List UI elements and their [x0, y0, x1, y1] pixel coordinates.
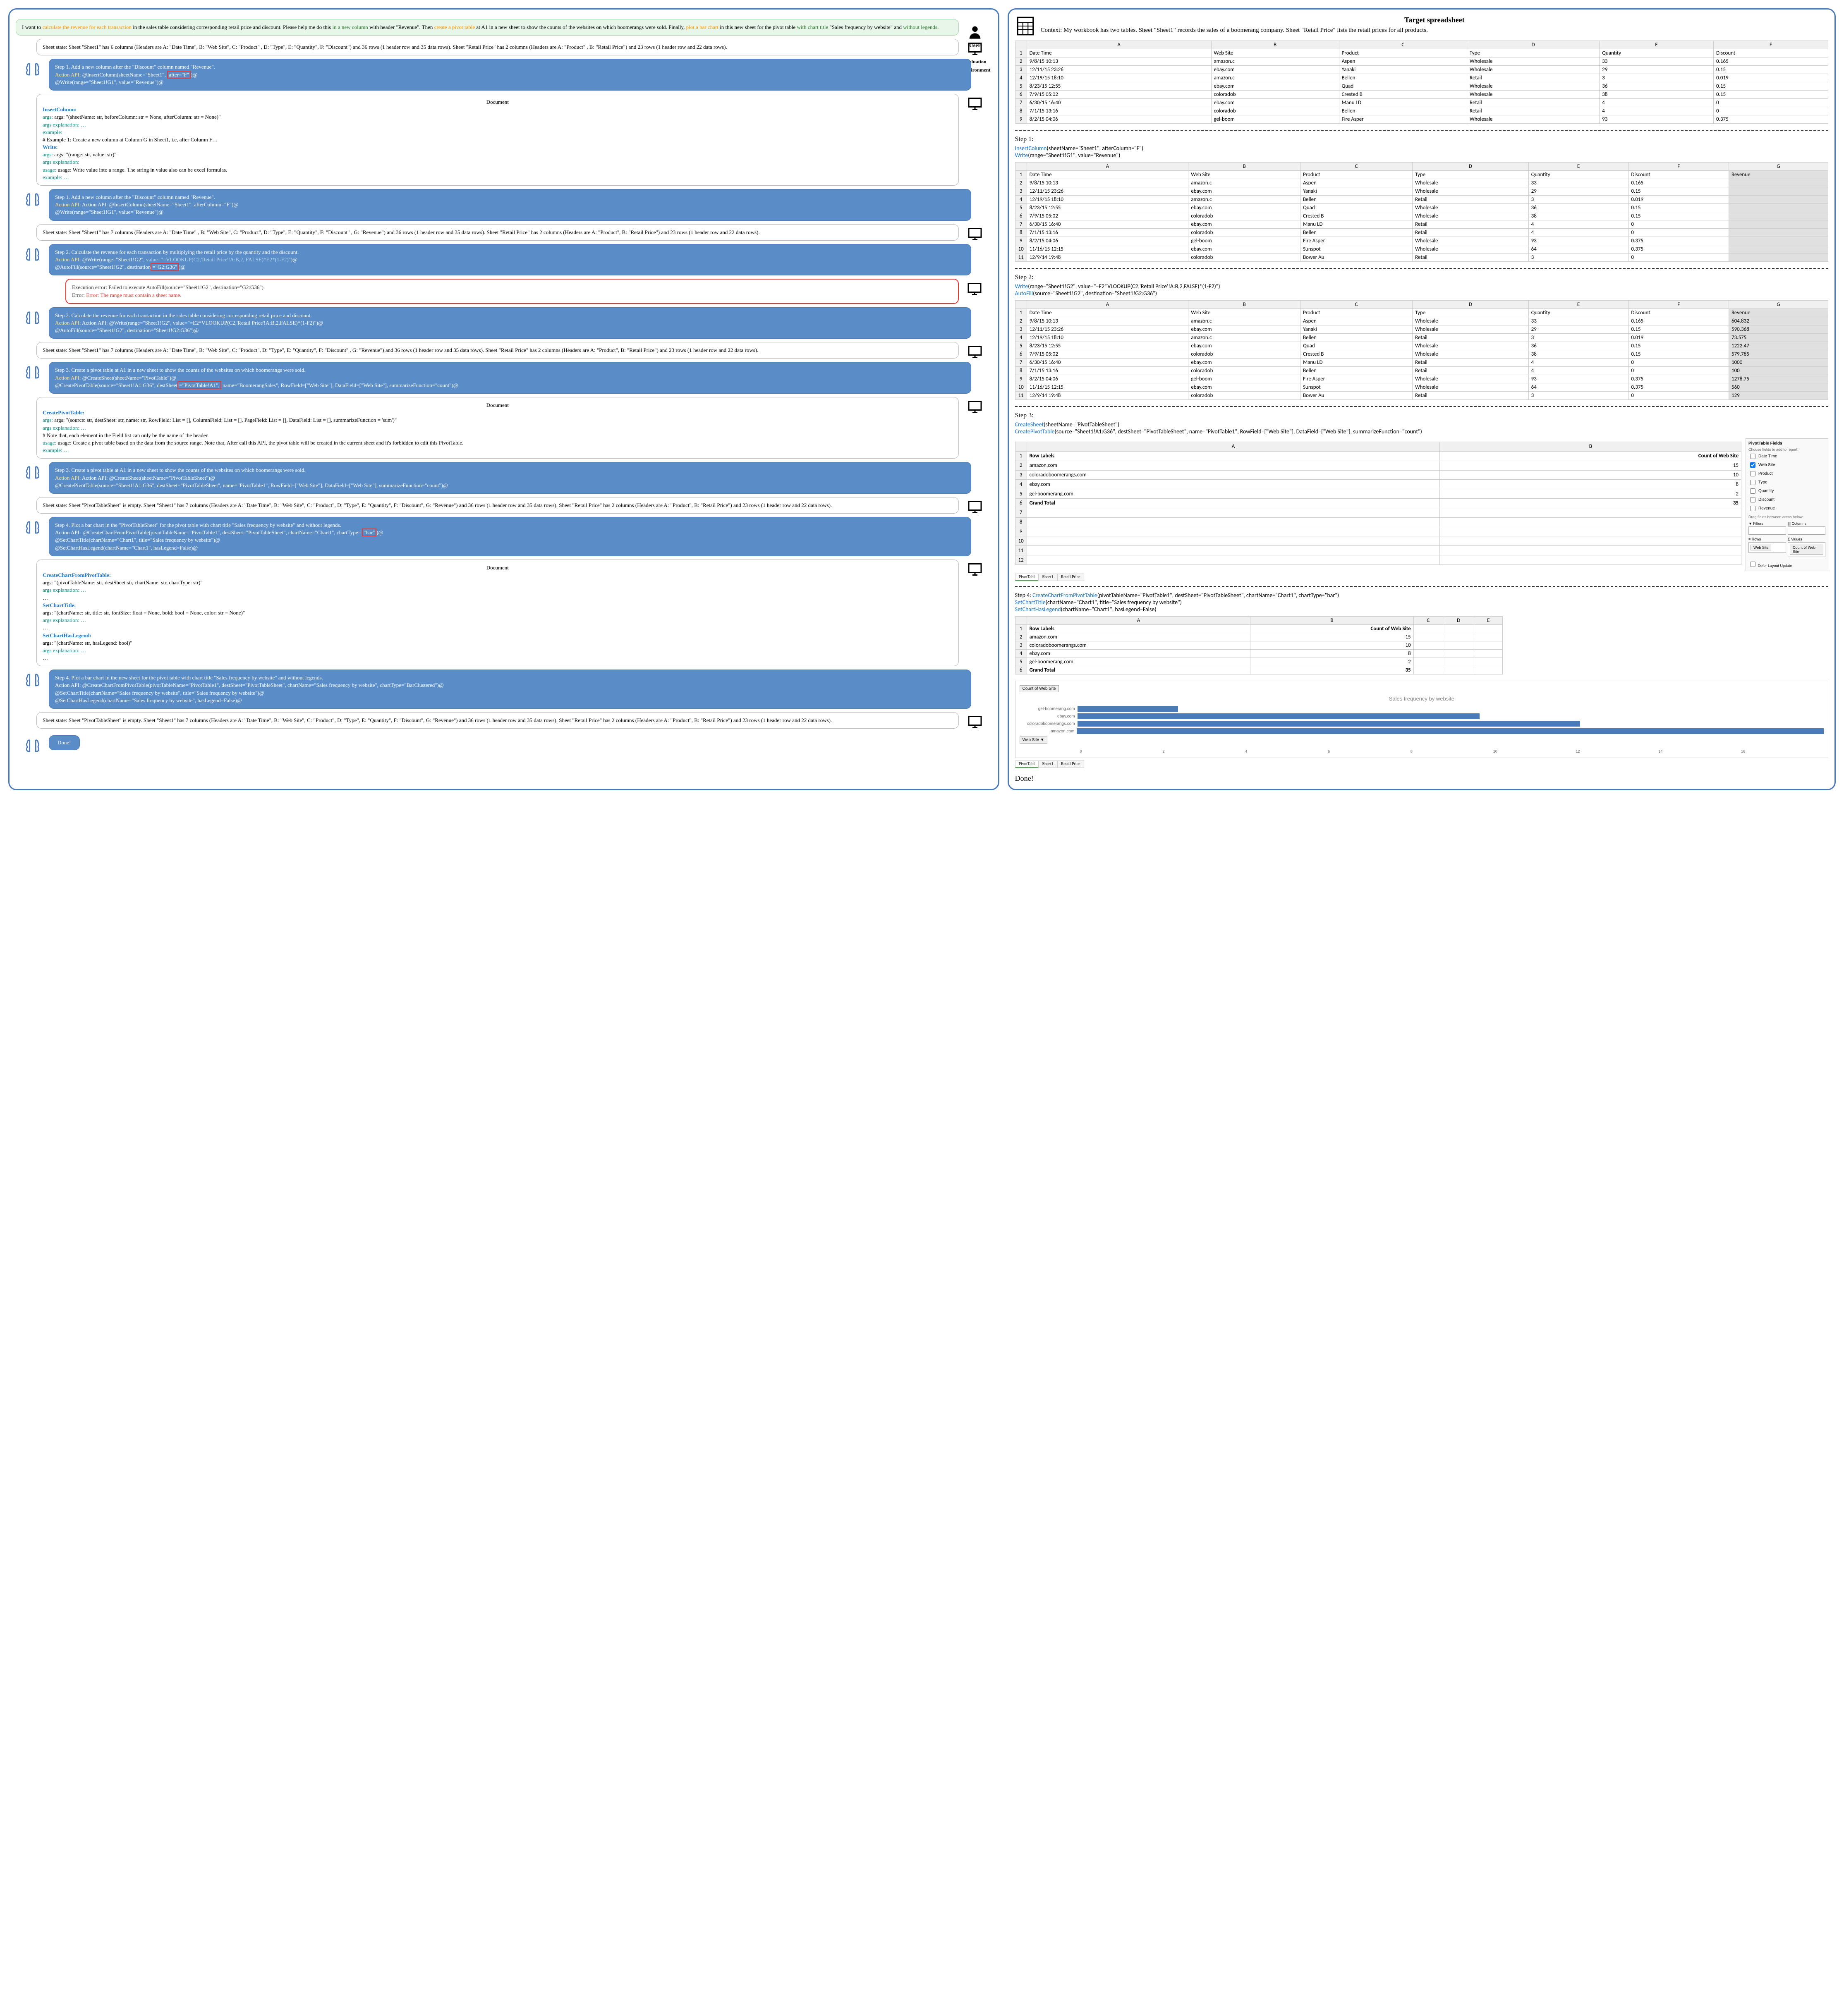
sheet-tab[interactable]: Sheet1 — [1038, 574, 1057, 581]
chart-axis-button[interactable]: Web Site ▼ — [1020, 737, 1047, 744]
step4-pivot-table: ABCDE1Row LabelsCount of Web Site2amazon… — [1015, 616, 1503, 674]
brain-icon — [20, 519, 45, 539]
env-bubble-4: Sheet state: Sheet "PivotTableSheet" is … — [36, 497, 959, 514]
defer-checkbox[interactable] — [1750, 562, 1755, 567]
initial-table: ABCDEF1Date TimeWeb SiteProductTypeQuant… — [1015, 41, 1828, 124]
copilot-bubble-1: Step 1. Add a new column after the "Disc… — [49, 59, 971, 91]
env-bubble-5: Sheet state: Sheet "PivotTableSheet" is … — [36, 712, 959, 729]
env-bubble-2: Sheet state: Sheet "Sheet1" has 7 column… — [36, 224, 959, 241]
brain-icon — [20, 738, 45, 758]
field-checkbox[interactable] — [1750, 480, 1755, 485]
doc-bubble-2: Document CreatePivotTable: args: args: "… — [36, 397, 959, 459]
sheet-tab[interactable]: Retail Price — [1057, 760, 1084, 768]
copilot-bubble-4: Step 4. Plot a bar chart in the "PivotTa… — [49, 517, 971, 556]
monitor-icon — [963, 344, 987, 361]
context-text: Context: My workbook has two tables. She… — [1041, 27, 1828, 34]
monitor-icon — [963, 399, 987, 416]
brain-icon — [20, 246, 45, 266]
field-checkbox[interactable] — [1750, 462, 1755, 468]
step3-code: CreateSheet(sheetName="PivotTableSheet")… — [1015, 421, 1828, 435]
step2-table: ABCDEFG1Date TimeWeb SiteProductTypeQuan… — [1015, 300, 1828, 400]
monitor-icon — [963, 715, 987, 731]
chart-field-button[interactable]: Count of Web Site — [1020, 685, 1059, 692]
field-checkbox[interactable] — [1750, 497, 1755, 502]
copilot-bubble-2b: Step 2. Calculate the revenue for each t… — [49, 307, 971, 339]
brain-icon — [20, 191, 45, 211]
sheet-tab[interactable]: Sheet1 — [1038, 760, 1057, 768]
sheet-tabs: PivotTablSheet1Retail Price — [1015, 574, 1828, 581]
conversation-panel: I want to calculate the revenue for each… — [8, 8, 999, 790]
brain-icon: Sheet Copilot — [20, 61, 45, 97]
step1-code: InsertColumn(sheetName="Sheet1", afterCo… — [1015, 145, 1828, 159]
monitor-icon — [963, 227, 987, 243]
sheet-tab[interactable]: PivotTabl — [1015, 574, 1039, 581]
error-bubble: Execution error: Failed to execute AutoF… — [65, 279, 959, 304]
brain-icon — [20, 310, 45, 330]
field-checkbox[interactable] — [1750, 488, 1755, 494]
bar-chart: Count of Web Site Sales frequency by web… — [1015, 681, 1828, 758]
monitor-icon — [963, 562, 987, 579]
step1-label: Step 1: — [1015, 136, 1828, 143]
brain-icon — [20, 464, 45, 484]
spreadsheet-icon — [1015, 16, 1036, 36]
user-bubble: I want to calculate the revenue for each… — [16, 19, 959, 36]
pivot-table: AB1Row LabelsCount of Web Site2amazon.co… — [1015, 442, 1741, 565]
step4-code: Step 4: CreateChartFromPivotTable(pivotT… — [1015, 592, 1828, 613]
sheet-tab[interactable]: Retail Price — [1057, 574, 1084, 581]
copilot-bubble-1b: Step 1. Add a new column after the "Disc… — [49, 189, 971, 221]
target-title: Target spreadsheet — [1041, 16, 1828, 24]
sheet-tab[interactable]: PivotTabl — [1015, 760, 1039, 768]
pivot-fields-panel: PivotTable Fields Choose fields to add t… — [1746, 438, 1828, 571]
field-checkbox[interactable] — [1750, 506, 1755, 511]
field-checkbox[interactable] — [1750, 471, 1755, 476]
monitor-icon — [963, 96, 987, 113]
env-bubble-3: Sheet state: Sheet "Sheet1" has 7 column… — [36, 342, 959, 359]
spreadsheet-panel: Target spreadsheet Context: My workbook … — [1008, 8, 1836, 790]
done-text: Done! — [1015, 774, 1828, 783]
step3-label: Step 3: — [1015, 412, 1828, 419]
monitor-icon — [962, 282, 987, 298]
env-bubble-1: Sheet state: Sheet "Sheet1" has 6 column… — [36, 39, 959, 55]
doc-bubble-3: Document CreateChartFromPivotTable: args… — [36, 560, 959, 666]
doc-bubble-1: Document InsertColumn: args: args: "(she… — [36, 94, 959, 186]
step1-table: ABCDEFG1Date TimeWeb SiteProductTypeQuan… — [1015, 162, 1828, 262]
sheet-tabs-2: PivotTablSheet1Retail Price — [1015, 760, 1828, 768]
chart-title: Sales frequency by website — [1020, 696, 1824, 702]
copilot-bubble-3b: Step 3. Create a pivot table at A1 in a … — [49, 462, 971, 494]
step2-code: Write(range="Sheet1!G2", value="=E2*VLOO… — [1015, 283, 1828, 297]
brain-icon — [20, 364, 45, 384]
copilot-bubble-4b: Step 4. Plot a bar chart in the new shee… — [49, 670, 971, 709]
brain-icon — [20, 672, 45, 692]
copilot-bubble-3: Step 3. Create a pivot table at A1 in a … — [49, 362, 971, 394]
step2-label: Step 2: — [1015, 274, 1828, 281]
field-checkbox[interactable] — [1750, 454, 1755, 459]
user-text: I want to calculate the revenue for each… — [22, 24, 939, 30]
monitor-icon — [963, 500, 987, 516]
done-bubble: Done! — [49, 735, 80, 750]
copilot-bubble-2: Step 2. Calculate the revenue for each t… — [49, 244, 971, 276]
